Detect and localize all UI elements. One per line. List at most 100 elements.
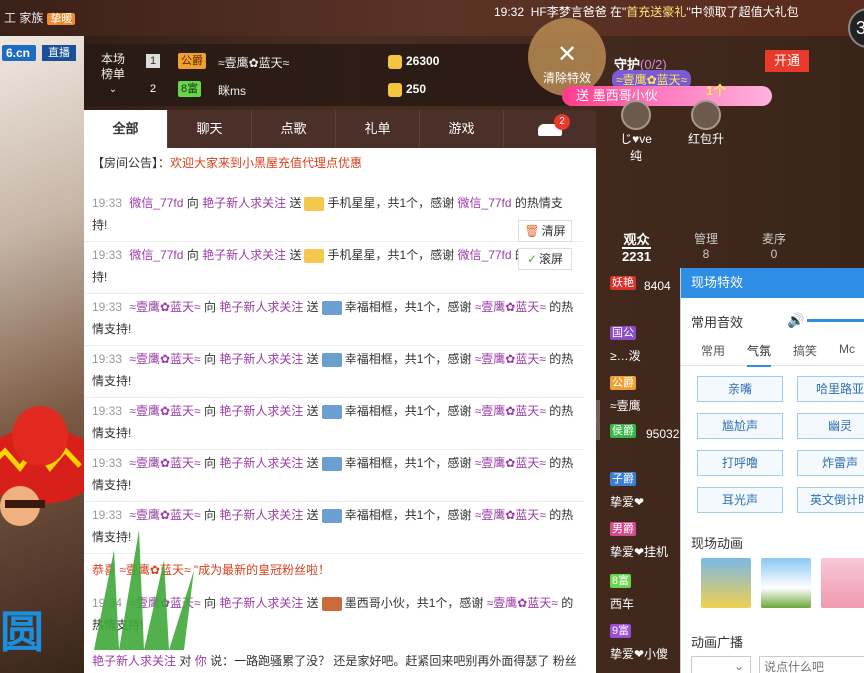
msg-user[interactable]: 微信_77fd bbox=[129, 196, 183, 210]
rank-board-label[interactable]: 本场 榜单 ⌄ bbox=[98, 52, 128, 97]
msg-user[interactable]: 微信_77fd bbox=[129, 248, 183, 262]
msg-send: 送 bbox=[306, 404, 319, 418]
msg-thanks-user[interactable]: ≈壹鹰✿蓝天≈ bbox=[475, 352, 546, 366]
chat-tabs: 全部 聊天 点歌 礼单 游戏 2 bbox=[84, 110, 596, 148]
msg-target[interactable]: 艳子新人求关注 bbox=[219, 404, 303, 418]
msg-user[interactable]: ≈壹鹰✿蓝天≈ bbox=[129, 456, 200, 470]
msg-thanks-user[interactable]: ≈壹鹰✿蓝天≈ bbox=[487, 596, 558, 610]
user-name: ≥…泼 bbox=[610, 349, 641, 363]
tab-audience[interactable]: 观众 2231 bbox=[622, 232, 651, 264]
managers-label: 管理 bbox=[694, 232, 719, 246]
announcement-post: "中领取了超值大礼包 bbox=[686, 5, 799, 19]
msg-target[interactable]: 艳子新人求关注 bbox=[219, 456, 303, 470]
raccoon-anim-icon[interactable] bbox=[701, 558, 751, 608]
tab-common[interactable]: 常用 bbox=[701, 342, 725, 365]
car-count-badge: 2 bbox=[554, 114, 570, 130]
tab-chat[interactable]: 聊天 bbox=[168, 110, 252, 148]
tab-car[interactable]: 2 bbox=[504, 110, 596, 148]
rank-name[interactable]: 眯ms bbox=[218, 82, 246, 99]
list-item: 19:33 ≈壹鹰✿蓝天≈ 向 艳子新人求关注 送 幸福相框，共1个，感谢 ≈壹鹰… bbox=[84, 450, 584, 502]
tab-managers[interactable]: 管理 8 bbox=[694, 232, 718, 262]
list-item: 19:33 ≈壹鹰✿蓝天≈ 向 艳子新人求关注 送 幸福相框，共1个，感谢 ≈壹鹰… bbox=[84, 346, 584, 398]
msg-thanks-user[interactable]: ≈壹鹰✿蓝天≈ bbox=[475, 456, 546, 470]
msg-user[interactable]: ≈壹鹰✿蓝天≈ bbox=[129, 300, 200, 314]
tab-games[interactable]: 游戏 bbox=[420, 110, 504, 148]
list-item[interactable]: 侯爵 95032 bbox=[610, 423, 682, 463]
list-item[interactable]: 8富 西车 bbox=[610, 573, 682, 613]
sound-hallelujah-button[interactable]: 哈里路亚 bbox=[797, 376, 864, 402]
msg-to: 向 bbox=[203, 300, 216, 314]
msg-target[interactable]: 艳子新人求关注 bbox=[219, 508, 303, 522]
mic-queue-label: 麦序 bbox=[762, 232, 787, 246]
auto-scroll-label: 滚屏 bbox=[539, 252, 564, 266]
msg-thanks-user[interactable]: ≈壹鹰✿蓝天≈ bbox=[475, 404, 546, 418]
user-badge: 国公 bbox=[610, 326, 636, 340]
say-user[interactable]: 艳子新人求关注 bbox=[92, 654, 176, 668]
say-you[interactable]: 你 bbox=[195, 654, 207, 668]
rank-name[interactable]: ≈壹鹰✿蓝天≈ bbox=[218, 54, 289, 71]
list-item[interactable]: 子爵 挚爱❤ bbox=[610, 471, 682, 511]
list-item[interactable]: 妖艳 8404 bbox=[610, 275, 682, 315]
family-badge: 挚暖 bbox=[47, 13, 76, 25]
tab-mic-queue[interactable]: 麦序 0 bbox=[762, 232, 786, 262]
broadcast-input[interactable] bbox=[759, 656, 864, 673]
msg-target[interactable]: 艳子新人求关注 bbox=[219, 596, 303, 610]
audience-list[interactable]: 妖艳 8404 国公 ≥…泼 公爵 ≈壹鹰 侯爵 95032 子爵 挚爱❤ 男爵 挚爱❤挂机… bbox=[610, 275, 682, 673]
announcement-highlight[interactable]: 首充送豪礼 bbox=[626, 5, 686, 19]
sound-countdown-button[interactable]: 英文倒计时 bbox=[797, 487, 864, 513]
video-background: 6.cn 直播 圆 bbox=[0, 36, 84, 673]
rank-row[interactable]: 2 8富 眯ms 250 bbox=[144, 80, 574, 100]
rank-value: 250 bbox=[406, 82, 427, 96]
msg-user[interactable]: ≈壹鹰✿蓝天≈ bbox=[129, 404, 200, 418]
volume-icon[interactable]: 🔊 bbox=[787, 312, 804, 328]
volume-slider[interactable] bbox=[807, 319, 864, 322]
msg-target[interactable]: 艳子新人求关注 bbox=[202, 248, 286, 262]
rank-row[interactable]: 1 公爵 ≈壹鹰✿蓝天≈ 26300 bbox=[144, 52, 574, 72]
user-badge: 子爵 bbox=[610, 472, 636, 486]
msg-to: 向 bbox=[186, 196, 199, 210]
clear-screen-button[interactable]: 🗑 清屏 bbox=[518, 220, 572, 242]
msg-send: 送 bbox=[289, 196, 302, 210]
msg-user[interactable]: ≈壹鹰✿蓝天≈ bbox=[129, 352, 200, 366]
list-item[interactable]: 男爵 挚爱❤挂机 bbox=[610, 521, 682, 561]
guard-avatar[interactable]: 红包升 bbox=[686, 100, 726, 147]
avatar bbox=[621, 100, 651, 130]
msg-to: 向 bbox=[186, 248, 199, 262]
tab-mc[interactable]: Mc bbox=[839, 342, 855, 362]
chevron-right-icon[interactable]: › bbox=[590, 400, 600, 440]
cow-anim-icon[interactable] bbox=[761, 558, 811, 608]
list-item[interactable]: 9富 挚爱❤小傻 bbox=[610, 623, 682, 663]
sound-snore-button[interactable]: 打呼噜 bbox=[697, 450, 783, 476]
guard-avatar[interactable]: じ♥ve纯 bbox=[616, 100, 656, 164]
open-guard-button[interactable]: 开通 bbox=[765, 50, 809, 72]
tab-song[interactable]: 点歌 bbox=[252, 110, 336, 148]
user-name: 95032 bbox=[646, 427, 680, 441]
msg-target[interactable]: 艳子新人求关注 bbox=[219, 352, 303, 366]
chevron-down-icon[interactable]: ⌄ bbox=[98, 82, 128, 97]
sound-thunder-button[interactable]: 炸雷声 bbox=[797, 450, 864, 476]
tab-funny[interactable]: 搞笑 bbox=[793, 342, 817, 365]
tab-atmosphere[interactable]: 气氛 bbox=[747, 342, 772, 367]
tab-gift-list[interactable]: 礼单 bbox=[336, 110, 420, 148]
site-logo[interactable]: 6.cn bbox=[2, 45, 36, 61]
msg-thanks-user[interactable]: 微信_77fd bbox=[458, 196, 512, 210]
msg-target[interactable]: 艳子新人求关注 bbox=[219, 300, 303, 314]
sound-slap-button[interactable]: 耳光声 bbox=[697, 487, 783, 513]
sound-kiss-button[interactable]: 亲嘴 bbox=[697, 376, 783, 402]
list-item[interactable]: 公爵 ≈壹鹰 bbox=[610, 375, 682, 415]
broadcast-select[interactable]: ⌄ bbox=[691, 656, 751, 673]
chevron-down-icon: ⌄ bbox=[733, 659, 744, 673]
say-to: 对 bbox=[179, 654, 192, 668]
girl-anim-icon[interactable] bbox=[821, 558, 864, 608]
sound-ghost-button[interactable]: 幽灵 bbox=[797, 413, 864, 439]
tab-all[interactable]: 全部 bbox=[84, 110, 168, 148]
message-list[interactable]: 19:33 微信_77fd 向 艳子新人求关注 送手机星星，共1个，感谢 微信_… bbox=[84, 190, 584, 554]
system-announcement: 19:32 HF李梦言爸爸 在"首充送豪礼"中领取了超值大礼包 bbox=[494, 3, 799, 20]
auto-scroll-button[interactable]: ✓ 滚屏 bbox=[518, 248, 572, 270]
list-item[interactable]: 国公 ≥…泼 bbox=[610, 325, 682, 365]
sound-awkward-button[interactable]: 尴尬声 bbox=[697, 413, 783, 439]
msg-thanks-user[interactable]: ≈壹鹰✿蓝天≈ bbox=[475, 508, 546, 522]
msg-thanks-user[interactable]: ≈壹鹰✿蓝天≈ bbox=[475, 300, 546, 314]
msg-target[interactable]: 艳子新人求关注 bbox=[202, 196, 286, 210]
msg-thanks-user[interactable]: 微信_77fd bbox=[458, 248, 512, 262]
